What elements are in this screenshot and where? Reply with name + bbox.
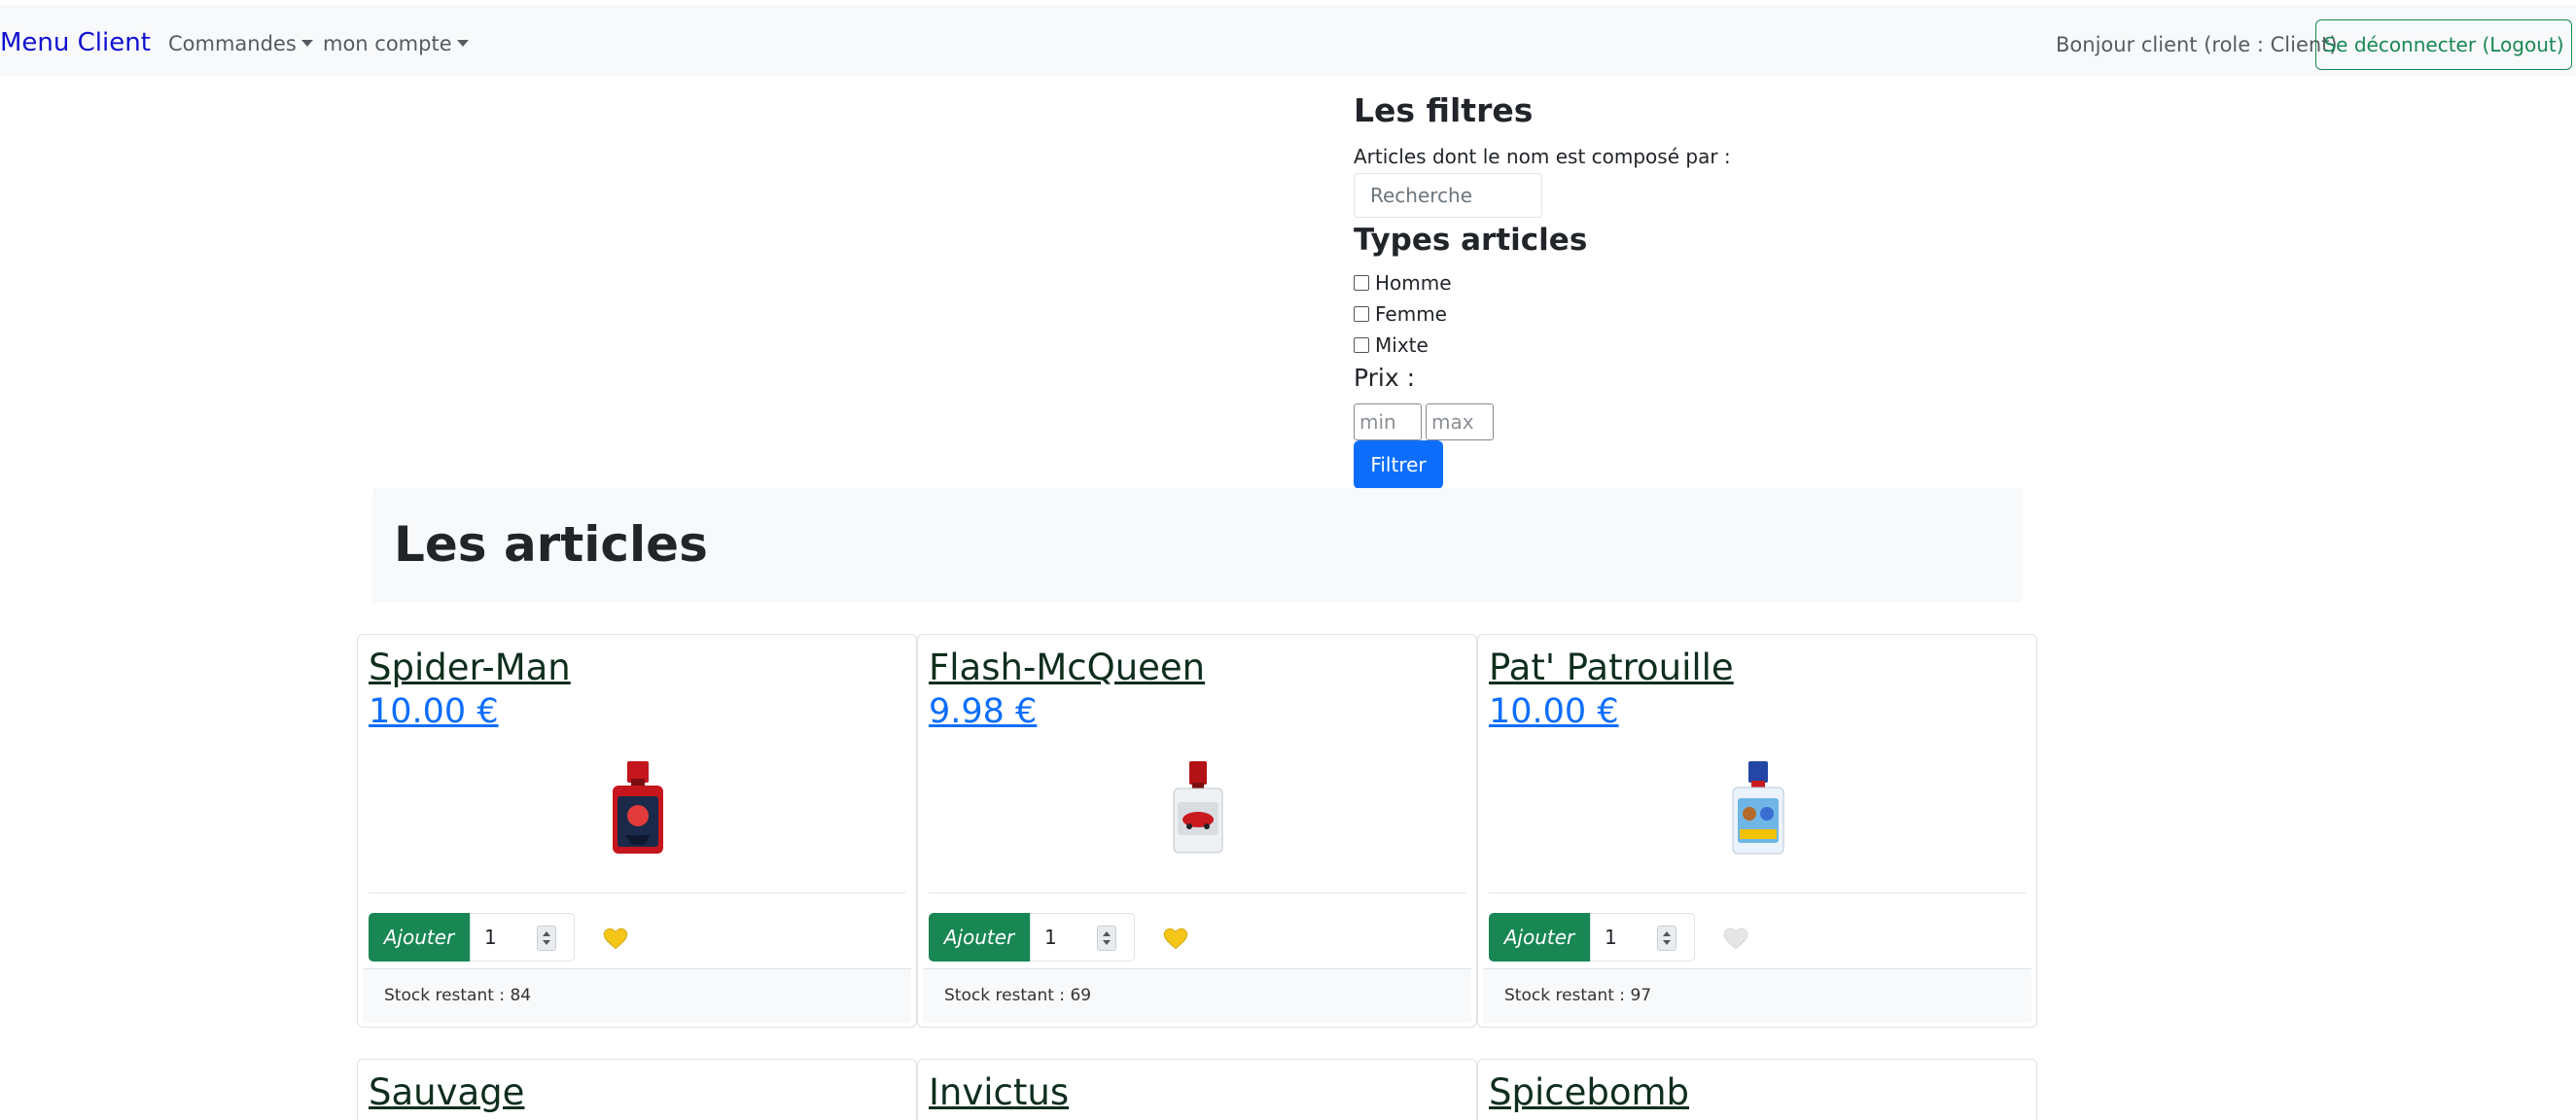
filter-button[interactable]: Filtrer bbox=[1354, 440, 1443, 489]
stock-remaining: Stock restant : 69 bbox=[944, 986, 1092, 1005]
add-to-cart-button[interactable]: Ajouter bbox=[929, 913, 1030, 962]
heart-icon[interactable] bbox=[1163, 927, 1188, 952]
nav-dropdown-account-label: mon compte bbox=[323, 32, 452, 55]
quantity-stepper[interactable]: 1 bbox=[1030, 913, 1135, 962]
product-card: Pat' Patrouille 10.00 € Ajouter 1 Stock … bbox=[1477, 634, 2037, 1028]
product-name-link[interactable]: Invictus bbox=[929, 1069, 1069, 1116]
card-divider bbox=[1489, 892, 2026, 893]
checkbox-icon[interactable] bbox=[1354, 275, 1369, 291]
product-name-link[interactable]: Sauvage bbox=[369, 1069, 524, 1116]
logout-button[interactable]: Se déconnecter (Logout) bbox=[2315, 19, 2572, 70]
nav-dropdown-orders-label: Commandes bbox=[168, 32, 297, 55]
search-input[interactable] bbox=[1354, 173, 1542, 218]
filters-title: Les filtres bbox=[1354, 91, 1534, 129]
checkbox-icon[interactable] bbox=[1354, 306, 1369, 322]
heart-icon[interactable] bbox=[603, 927, 628, 952]
quantity-value[interactable]: 1 bbox=[1044, 924, 1057, 951]
heart-icon[interactable] bbox=[1723, 927, 1748, 952]
caret-down-icon bbox=[456, 40, 469, 47]
navbar: Menu Client Commandes mon compte Bonjour… bbox=[0, 5, 2576, 76]
card-footer: Stock restant : 84 bbox=[363, 968, 911, 1023]
brand-link[interactable]: Menu Client bbox=[0, 26, 151, 59]
product-image bbox=[613, 761, 663, 854]
product-price-link[interactable]: 10.00 € bbox=[1489, 689, 1619, 734]
caret-down-icon bbox=[300, 40, 313, 47]
product-card: Spider-Man 10.00 € Ajouter 1 Stock resta… bbox=[357, 634, 917, 1028]
articles-header: Les articles bbox=[372, 488, 2023, 603]
user-greeting: Bonjour client (role : Client) bbox=[2056, 33, 2338, 56]
product-price-link[interactable]: 9.98 € bbox=[929, 689, 1037, 734]
quantity-stepper[interactable]: 1 bbox=[470, 913, 575, 962]
type-label: Femme bbox=[1375, 302, 1447, 326]
product-image bbox=[1732, 761, 1784, 855]
card-divider bbox=[369, 892, 905, 893]
stock-remaining: Stock restant : 97 bbox=[1504, 986, 1652, 1005]
spinner-arrows-icon[interactable] bbox=[1657, 926, 1676, 951]
spinner-arrows-icon[interactable] bbox=[1097, 926, 1116, 951]
add-to-cart-button[interactable]: Ajouter bbox=[1489, 913, 1590, 962]
nav-dropdown-account[interactable]: mon compte bbox=[323, 29, 469, 58]
articles-title: Les articles bbox=[394, 516, 708, 573]
type-label: Mixte bbox=[1375, 333, 1429, 357]
name-filter-label: Articles dont le nom est composé par : bbox=[1354, 145, 1731, 168]
price-max-input[interactable] bbox=[1426, 403, 1494, 440]
add-to-cart-button[interactable]: Ajouter bbox=[369, 913, 470, 962]
quantity-value[interactable]: 1 bbox=[1605, 924, 1617, 951]
price-label: Prix : bbox=[1354, 364, 1416, 392]
product-card: Invictus bbox=[917, 1059, 1477, 1120]
product-name-link[interactable]: Spicebomb bbox=[1489, 1069, 1689, 1116]
card-footer: Stock restant : 69 bbox=[923, 968, 1471, 1023]
product-card: Flash-McQueen 9.98 € Ajouter 1 Stock res… bbox=[917, 634, 1477, 1028]
product-card: Spicebomb bbox=[1477, 1059, 2037, 1120]
nav-dropdown-orders[interactable]: Commandes bbox=[168, 29, 313, 58]
product-image bbox=[1173, 761, 1223, 854]
spinner-arrows-icon[interactable] bbox=[537, 926, 556, 951]
price-min-input[interactable] bbox=[1354, 403, 1422, 440]
checkbox-icon[interactable] bbox=[1354, 337, 1369, 353]
type-checkbox-homme[interactable]: Homme bbox=[1354, 269, 1452, 297]
quantity-stepper[interactable]: 1 bbox=[1590, 913, 1695, 962]
type-label: Homme bbox=[1375, 271, 1452, 295]
types-title: Types articles bbox=[1354, 223, 1588, 258]
product-name-link[interactable]: Spider-Man bbox=[369, 645, 571, 691]
card-footer: Stock restant : 97 bbox=[1483, 968, 2031, 1023]
product-name-link[interactable]: Flash-McQueen bbox=[929, 645, 1205, 691]
product-card: Sauvage bbox=[357, 1059, 917, 1120]
card-divider bbox=[929, 892, 1465, 893]
type-checkbox-mixte[interactable]: Mixte bbox=[1354, 332, 1429, 359]
stock-remaining: Stock restant : 84 bbox=[384, 986, 532, 1005]
quantity-value[interactable]: 1 bbox=[484, 924, 497, 951]
type-checkbox-femme[interactable]: Femme bbox=[1354, 300, 1447, 328]
product-price-link[interactable]: 10.00 € bbox=[369, 689, 499, 734]
product-name-link[interactable]: Pat' Patrouille bbox=[1489, 645, 1734, 691]
